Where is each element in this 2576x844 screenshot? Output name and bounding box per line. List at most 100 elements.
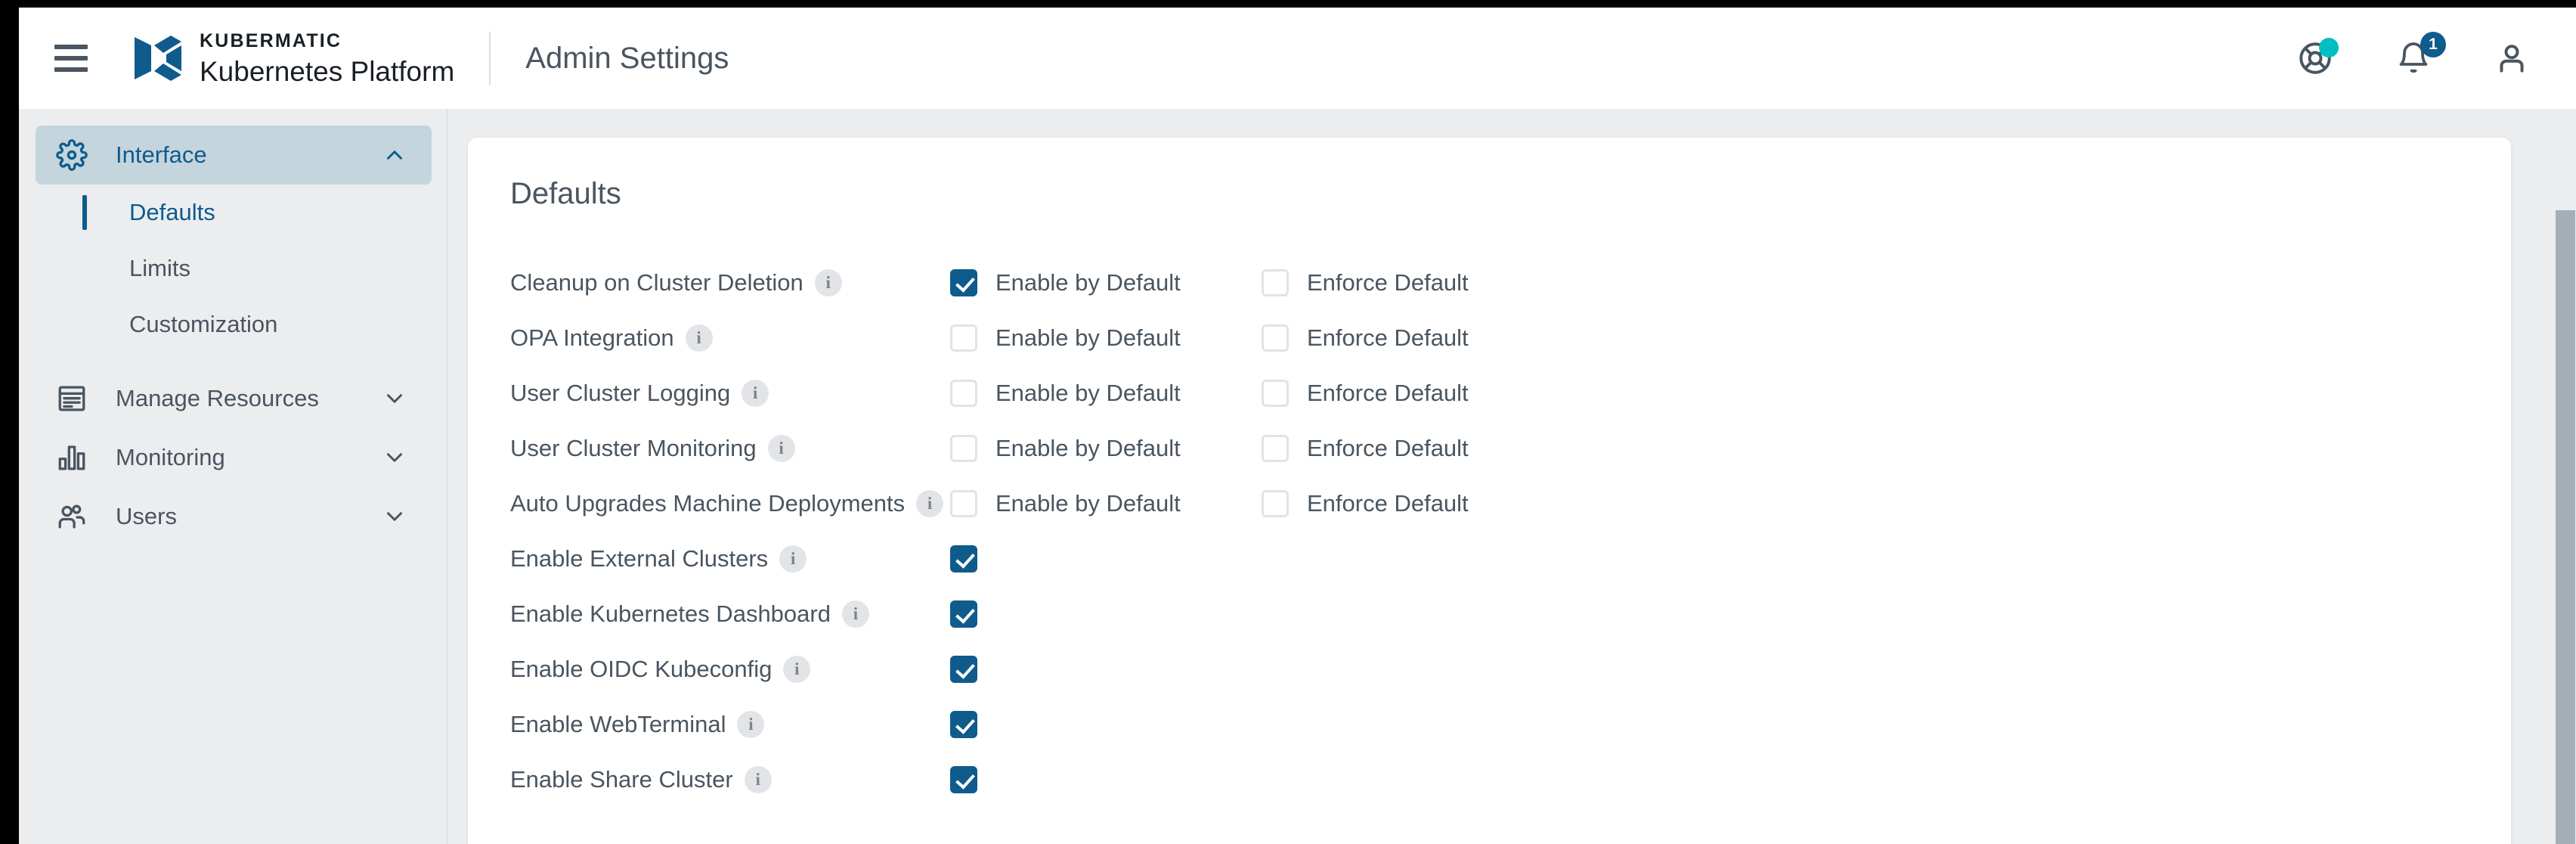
sidebar-item-label: Interface bbox=[116, 141, 207, 168]
setting-row: User Cluster Logging i Enable by Default En… bbox=[510, 365, 2511, 420]
card-title: Defaults bbox=[510, 177, 621, 210]
enable-by-default-field[interactable]: Enable by Default bbox=[950, 434, 1262, 462]
setting-label: Enable WebTerminal i bbox=[510, 710, 950, 738]
enforce-default-checkbox[interactable] bbox=[1262, 324, 1289, 352]
sidebar-item-limits[interactable]: Limits bbox=[19, 240, 448, 296]
screen-root: KUBERMATIC Kubernetes Platform Admin Set… bbox=[0, 0, 2576, 844]
setting-label-text: Cleanup on Cluster Deletion bbox=[510, 268, 803, 296]
setting-label-text: Auto Upgrades Machine Deployments bbox=[510, 489, 906, 517]
browser-viewport: KUBERMATIC Kubernetes Platform Admin Set… bbox=[19, 8, 2576, 844]
notifications-count-badge: 1 bbox=[2420, 32, 2446, 57]
setting-row: Enable Share Cluster i bbox=[510, 752, 2511, 807]
chevron-down-icon bbox=[382, 445, 407, 470]
enforce-default-checkbox[interactable] bbox=[1262, 434, 1289, 462]
info-icon[interactable]: i bbox=[685, 324, 713, 352]
header-divider bbox=[489, 32, 491, 85]
sidebar-item-label: Users bbox=[116, 503, 177, 529]
enable-by-default-checkbox[interactable] bbox=[950, 489, 977, 517]
sidebar-item-label: Monitoring bbox=[116, 444, 225, 470]
account-button[interactable] bbox=[2490, 36, 2534, 80]
brand-name-top: KUBERMATIC bbox=[200, 29, 342, 51]
setting-row: Auto Upgrades Machine Deployments i Enable… bbox=[510, 476, 2511, 531]
page-body: Interface Defaults Limits Customization bbox=[19, 109, 2576, 844]
sidebar-item-users[interactable]: Users bbox=[36, 487, 432, 546]
enable-by-default-checkbox[interactable] bbox=[950, 379, 977, 407]
sidebar-subitem-label: Limits bbox=[129, 255, 190, 281]
sidebar-item-interface[interactable]: Interface bbox=[36, 126, 432, 185]
info-icon[interactable]: i bbox=[737, 710, 765, 738]
user-account-icon bbox=[2500, 45, 2524, 73]
info-icon[interactable]: i bbox=[742, 379, 769, 407]
enable-by-default-field[interactable] bbox=[950, 655, 1262, 683]
enforce-default-field[interactable]: Enforce Default bbox=[1262, 268, 1579, 296]
enable-by-default-checkbox[interactable] bbox=[950, 600, 977, 628]
enable-by-default-field[interactable]: Enable by Default bbox=[950, 379, 1262, 407]
info-icon[interactable]: i bbox=[783, 655, 811, 683]
setting-label: Enable Share Cluster i bbox=[510, 765, 950, 793]
help-button[interactable] bbox=[2293, 36, 2339, 80]
info-icon[interactable]: i bbox=[779, 545, 807, 572]
setting-row: OPA Integration i Enable by Default Enforce… bbox=[510, 310, 2511, 365]
scrollbar-thumb[interactable] bbox=[2556, 210, 2575, 844]
enable-by-default-checkbox[interactable] bbox=[950, 655, 977, 683]
setting-label: OPA Integration i bbox=[510, 324, 950, 352]
enable-by-default-field[interactable] bbox=[950, 600, 1262, 628]
setting-label-text: OPA Integration bbox=[510, 324, 674, 351]
enable-by-default-checkbox[interactable] bbox=[950, 324, 977, 352]
enforce-default-checkbox[interactable] bbox=[1262, 379, 1289, 407]
notifications-button[interactable]: 1 bbox=[2392, 32, 2446, 80]
chevron-down-icon bbox=[382, 504, 407, 529]
setting-label-text: Enable Kubernetes Dashboard bbox=[510, 600, 831, 627]
sidebar-nav: Interface Defaults Limits Customization bbox=[19, 109, 448, 844]
enable-by-default-field[interactable]: Enable by Default bbox=[950, 268, 1262, 296]
enable-by-default-field[interactable] bbox=[950, 545, 1262, 572]
enable-by-default-checkbox[interactable] bbox=[950, 434, 977, 462]
setting-row: Enable Kubernetes Dashboard i bbox=[510, 586, 2511, 641]
info-icon[interactable]: i bbox=[767, 434, 795, 462]
enable-by-default-checkbox[interactable] bbox=[950, 710, 977, 738]
brand-logo-link[interactable]: KUBERMATIC Kubernetes Platform bbox=[135, 29, 454, 85]
sidebar-item-customization[interactable]: Customization bbox=[19, 296, 448, 352]
enable-by-default-checkbox[interactable] bbox=[950, 545, 977, 572]
sidebar-item-manage-resources[interactable]: Manage Resources bbox=[36, 369, 432, 428]
setting-label: Enable OIDC Kubeconfig i bbox=[510, 655, 950, 683]
info-icon[interactable]: i bbox=[841, 600, 869, 628]
info-icon[interactable]: i bbox=[744, 765, 772, 793]
main-content: Defaults Cleanup on Cluster Deletion i Ena… bbox=[450, 109, 2576, 844]
enforce-default-label: Enforce Default bbox=[1307, 434, 1469, 461]
setting-row: User Cluster Monitoring i Enable by Defaul… bbox=[510, 420, 2511, 476]
enforce-default-field[interactable]: Enforce Default bbox=[1262, 324, 1579, 352]
setting-row: Enable OIDC Kubeconfig i bbox=[510, 641, 2511, 697]
sidebar-item-monitoring[interactable]: Monitoring bbox=[36, 428, 432, 487]
sidebar-item-defaults[interactable]: Defaults bbox=[19, 185, 448, 240]
top-header-bar: KUBERMATIC Kubernetes Platform Admin Set… bbox=[19, 8, 2576, 109]
info-icon[interactable]: i bbox=[916, 489, 944, 517]
enforce-default-field[interactable]: Enforce Default bbox=[1262, 489, 1579, 517]
enable-by-default-field[interactable]: Enable by Default bbox=[950, 489, 1262, 517]
enforce-default-checkbox[interactable] bbox=[1262, 489, 1289, 517]
enable-by-default-field[interactable] bbox=[950, 710, 1262, 738]
enable-by-default-field[interactable]: Enable by Default bbox=[950, 324, 1262, 352]
enable-by-default-label: Enable by Default bbox=[995, 434, 1181, 461]
setting-row: Enable External Clusters i bbox=[510, 531, 2511, 586]
help-status-dot-badge bbox=[2319, 38, 2339, 57]
enable-by-default-field[interactable] bbox=[950, 765, 1262, 793]
enforce-default-field[interactable]: Enforce Default bbox=[1262, 434, 1579, 462]
enable-by-default-label: Enable by Default bbox=[995, 489, 1181, 517]
setting-label-text: Enable OIDC Kubeconfig bbox=[510, 655, 772, 682]
setting-label-text: Enable External Clusters bbox=[510, 545, 769, 572]
enforce-default-field[interactable]: Enforce Default bbox=[1262, 379, 1579, 407]
hamburger-menu-icon[interactable] bbox=[54, 42, 95, 75]
sidebar-item-label: Manage Resources bbox=[116, 385, 319, 411]
setting-row: Cleanup on Cluster Deletion i Enable by De… bbox=[510, 255, 2511, 310]
info-icon[interactable]: i bbox=[814, 268, 842, 296]
bar-chart-icon bbox=[52, 442, 91, 473]
enable-by-default-checkbox[interactable] bbox=[950, 765, 977, 793]
enable-by-default-checkbox[interactable] bbox=[950, 268, 977, 296]
enforce-default-checkbox[interactable] bbox=[1262, 268, 1289, 296]
settings-rows: Cleanup on Cluster Deletion i Enable by De… bbox=[510, 255, 2511, 807]
people-icon bbox=[52, 501, 91, 532]
chevron-down-icon bbox=[382, 386, 407, 411]
setting-label-text: Enable Share Cluster bbox=[510, 765, 733, 793]
setting-label: Enable External Clusters i bbox=[510, 545, 950, 572]
